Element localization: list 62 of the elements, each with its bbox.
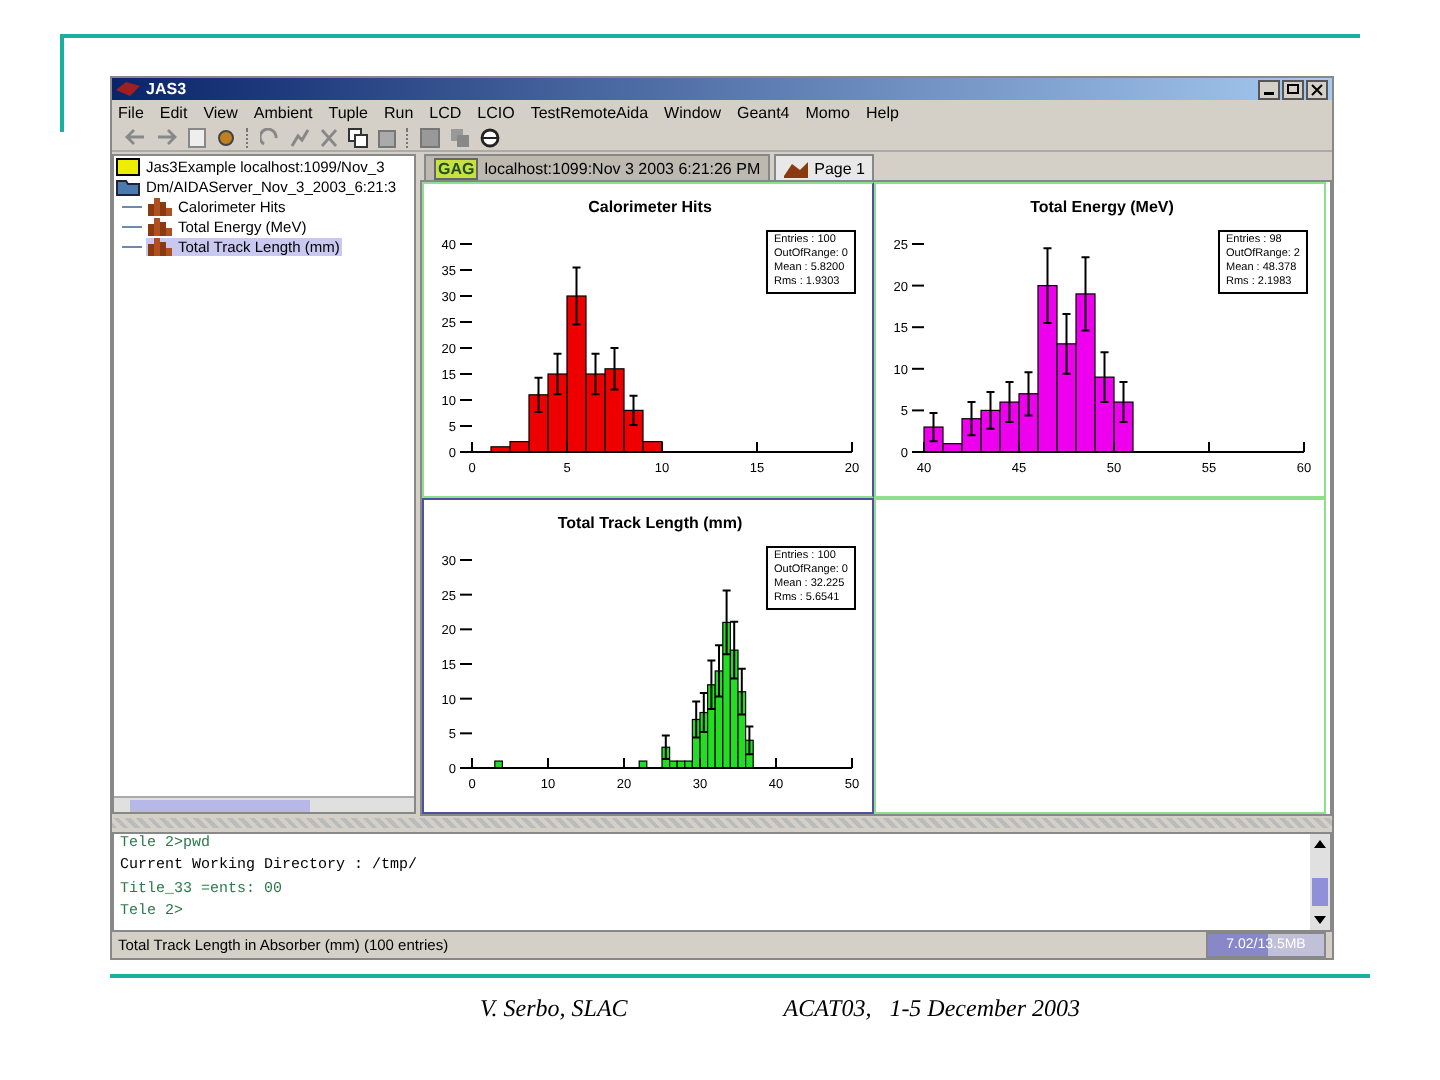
- histogram-bar: [638, 760, 648, 770]
- error-bar: [1042, 247, 1053, 325]
- scroll-up-icon[interactable]: [1312, 837, 1328, 850]
- square-icon[interactable]: [420, 127, 440, 148]
- footer-author: V. Serbo, SLAC: [480, 994, 628, 1024]
- chart-title: Calorimeter Hits: [588, 198, 712, 217]
- error-bar: [1118, 381, 1129, 424]
- error-bar: [744, 725, 755, 756]
- tab[interactable]: GAG localhost:1099:Nov 3 2003 6:21:26 PM: [424, 154, 771, 181]
- error-bar: [928, 412, 939, 443]
- histogram-icon: [148, 217, 172, 236]
- tab[interactable]: Page 1: [774, 154, 875, 181]
- vertical-scrollbar[interactable]: [1310, 833, 1330, 930]
- maximize-icon[interactable]: [1282, 79, 1304, 100]
- window-title: JAS3: [146, 80, 187, 99]
- chart-title: Total Energy (MeV): [1030, 198, 1174, 217]
- histogram-icon: [148, 197, 172, 216]
- horizontal-scrollbar[interactable]: [114, 796, 414, 813]
- chart-title: Total Track Length (mm): [557, 514, 743, 533]
- error-bar: [552, 353, 563, 396]
- error-bar: [1080, 256, 1091, 332]
- menu-item[interactable]: Ambient: [253, 103, 313, 122]
- error-bar: [609, 347, 620, 392]
- tab-badge: GAG: [434, 157, 479, 180]
- copy-icon[interactable]: [348, 127, 368, 148]
- error-bar: [533, 377, 544, 414]
- error-bar: [1061, 313, 1072, 376]
- menu-item[interactable]: Tuple: [328, 103, 368, 122]
- error-bar: [590, 353, 601, 396]
- error-bar: [660, 734, 671, 761]
- footer-event: ACAT03, 1-5 December 2003: [783, 994, 1080, 1024]
- error-bar: [1004, 381, 1015, 424]
- histogram-icon: [148, 237, 172, 256]
- app-logo-icon: [116, 80, 140, 99]
- error-bar: [1023, 371, 1034, 417]
- minimize-icon[interactable]: [1258, 79, 1280, 100]
- stacked-squares-icon[interactable]: [450, 127, 470, 148]
- menu-item[interactable]: File: [118, 103, 144, 122]
- error-bar: [966, 401, 977, 437]
- scroll-down-icon[interactable]: [1312, 913, 1328, 926]
- error-bar: [628, 395, 639, 427]
- menu-item[interactable]: LCIO: [477, 103, 515, 122]
- forward-arrow-icon[interactable]: [156, 128, 178, 147]
- menu-item[interactable]: View: [203, 103, 238, 122]
- folder-icon: [116, 177, 140, 196]
- menu-item[interactable]: Help: [865, 103, 899, 122]
- menu-item[interactable]: LCD: [429, 103, 462, 122]
- histogram-bar: [494, 760, 503, 770]
- back-arrow-icon[interactable]: [124, 128, 146, 147]
- error-bar: [985, 391, 996, 431]
- globe-icon[interactable]: [480, 127, 500, 148]
- menu-item[interactable]: Run: [383, 103, 414, 122]
- menu-item[interactable]: Edit: [159, 103, 188, 122]
- menu-item[interactable]: Geant4: [737, 103, 790, 122]
- menu-item[interactable]: Momo: [805, 103, 850, 122]
- graph-icon[interactable]: [290, 127, 310, 148]
- error-bar: [571, 266, 582, 327]
- document-icon[interactable]: [188, 127, 206, 148]
- error-bar: [1099, 351, 1110, 404]
- close-icon[interactable]: [1306, 79, 1328, 100]
- menu-item[interactable]: TestRemoteAida: [530, 103, 649, 122]
- menu-item[interactable]: Window: [664, 103, 721, 122]
